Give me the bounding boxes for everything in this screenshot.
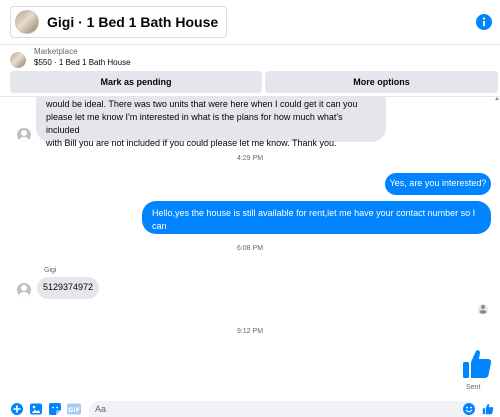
conversation-header: Gigi · 1 Bed 1 Bath House	[0, 0, 500, 44]
listing-price-title: $550 · 1 Bed 1 Bath House	[34, 58, 131, 67]
plus-circle-icon[interactable]	[11, 403, 23, 415]
message-line: please let me know I'm interested in wha…	[46, 112, 343, 135]
conversation-title: Gigi · 1 Bed 1 Bath House	[47, 14, 219, 30]
marketplace-label: Marketplace	[34, 47, 78, 56]
marketplace-text: Marketplace $550 · 1 Bed 1 Bath House	[34, 46, 131, 68]
emoji-icon[interactable]	[463, 403, 475, 415]
message-thread[interactable]: would be ideal. There was two units that…	[0, 96, 500, 398]
message-input[interactable]	[89, 401, 470, 417]
info-icon[interactable]	[476, 14, 492, 30]
header-divider	[0, 44, 500, 45]
scroll-up-arrow[interactable]	[495, 97, 499, 100]
listing-actions: Mark as pending More options	[10, 71, 498, 93]
sender-name: Gigi	[44, 267, 57, 274]
incoming-message-bubble: would be ideal. There was two units that…	[36, 96, 386, 148]
mark-as-pending-button[interactable]: Mark as pending	[10, 71, 262, 93]
timestamp: 4:29 PM	[236, 155, 264, 162]
listing-thumbnail	[15, 10, 39, 34]
message-line: with Bill you are not included if you co…	[46, 138, 337, 148]
sender-avatar[interactable]	[17, 128, 31, 142]
outgoing-message-bubble: Yes, are you interested?	[385, 173, 491, 195]
marketplace-listing[interactable]: Marketplace $550 · 1 Bed 1 Bath House	[10, 46, 490, 68]
incoming-message-bubble: 5129374972	[37, 277, 99, 299]
timestamp: 6:08 PM	[236, 245, 264, 252]
svg-text:GIF: GIF	[68, 406, 80, 414]
listing-thumbnail-small	[10, 52, 26, 68]
seen-receipt-avatar	[478, 304, 488, 314]
like-send-icon[interactable]	[481, 403, 495, 415]
sent-status: Sent	[466, 384, 481, 391]
thumbs-up-icon	[463, 350, 492, 378]
image-icon[interactable]	[30, 403, 42, 415]
sticker-icon[interactable]	[49, 403, 61, 415]
gif-icon[interactable]: GIF	[67, 403, 81, 415]
message-line: Hello,yes the house is still available f…	[152, 208, 476, 231]
timestamp: 9:12 PM	[236, 328, 264, 335]
sender-avatar[interactable]	[17, 283, 31, 297]
more-options-button[interactable]: More options	[265, 71, 498, 93]
outgoing-message-bubble: Hello,yes the house is still available f…	[142, 201, 491, 244]
conversation-title-chip[interactable]: Gigi · 1 Bed 1 Bath House	[10, 6, 228, 38]
message-line: would be ideal. There was two units that…	[46, 99, 358, 109]
